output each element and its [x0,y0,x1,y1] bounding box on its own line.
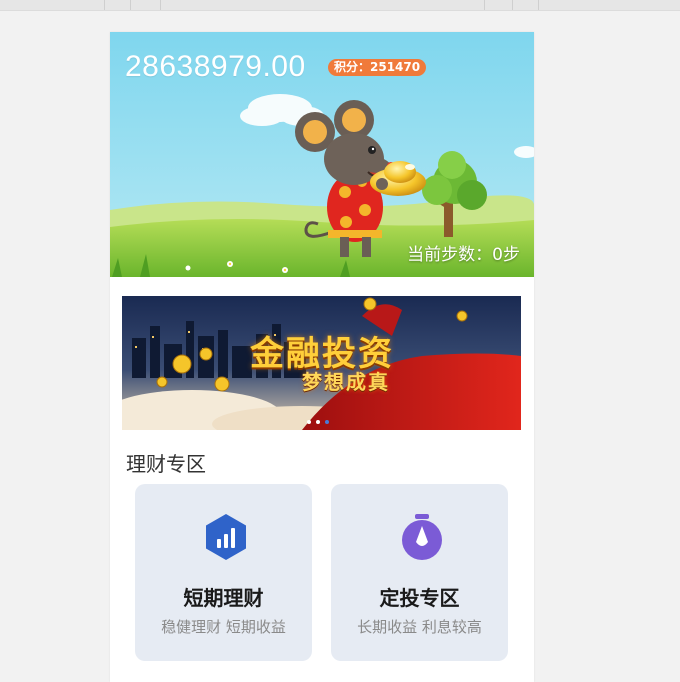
balance-amount: 28638979.00 [125,50,306,83]
app-screen: 28638979.00 积分：251470 当前步数：0步 金融投资 梦想成真 … [110,32,534,682]
hero-banner: 28638979.00 积分：251470 当前步数：0步 [110,32,534,277]
card-title: 短期理财 [183,586,264,610]
carousel-banner[interactable]: 金融投资 梦想成真 [122,296,521,430]
carousel-dot[interactable] [316,420,320,424]
top-bar-divider [484,0,485,10]
card-subtitle: 长期收益 利息较高 [357,618,482,636]
top-bar-divider [538,0,539,10]
carousel-dot[interactable] [307,420,311,424]
browser-top-bar [0,0,680,11]
chart-hexagon-icon [206,514,246,560]
fixed-investment-card[interactable]: 定投专区 长期收益 利息较高 [331,484,508,661]
card-title: 定投专区 [379,586,460,610]
carousel-dot-active[interactable] [325,420,329,424]
carousel-indicators [307,420,329,424]
short-term-finance-card[interactable]: 短期理财 稳健理财 短期收益 [135,484,312,661]
top-bar-divider [160,0,161,10]
step-count: 当前步数：0步 [407,245,520,265]
top-bar-divider [104,0,105,10]
top-bar-divider [130,0,131,10]
card-subtitle: 稳健理财 短期收益 [161,618,286,636]
banner-subtitle: 梦想成真 [302,370,390,394]
top-bar-divider [512,0,513,10]
stopwatch-icon [402,514,442,560]
section-title: 理财专区 [126,452,206,476]
points-badge: 积分：251470 [328,59,427,76]
